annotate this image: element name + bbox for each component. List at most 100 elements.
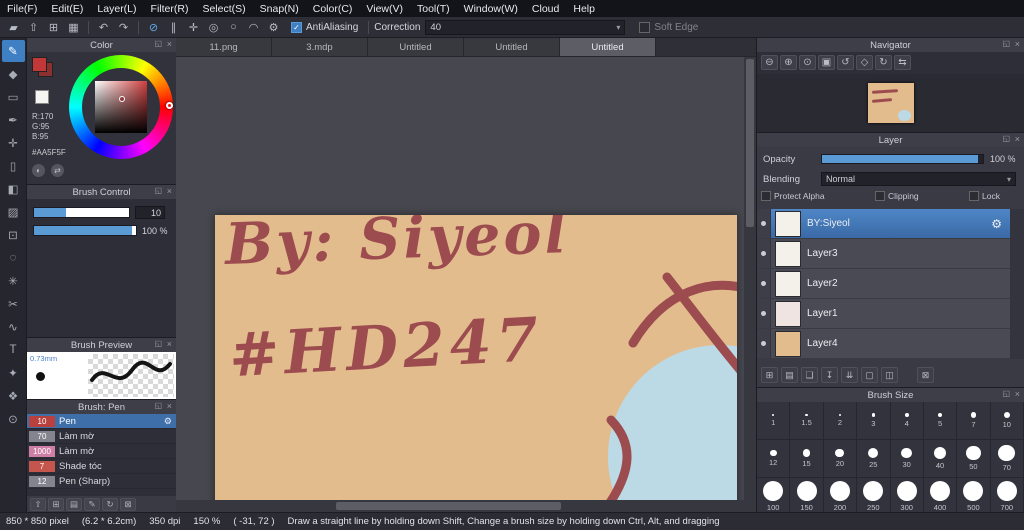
layer-row[interactable]: Layer4 ⚙ bbox=[757, 329, 1010, 359]
tool-pen[interactable]: ✒ bbox=[2, 109, 25, 131]
tool-move[interactable]: ✛ bbox=[2, 132, 25, 154]
saturation-value-square[interactable] bbox=[95, 81, 147, 133]
close-icon[interactable]: × bbox=[167, 339, 172, 349]
popout-icon[interactable]: ◱ bbox=[154, 39, 162, 48]
brush-size-cell[interactable]: 70 bbox=[990, 440, 1024, 478]
menu-item[interactable]: Layer(L) bbox=[90, 2, 143, 16]
zoom-in-icon[interactable]: ⊕ bbox=[780, 55, 797, 70]
tool-scissors[interactable]: ✂ bbox=[2, 293, 25, 315]
menu-item[interactable]: View(V) bbox=[359, 2, 410, 16]
brush-list-item[interactable]: 7 Shade tóc ⚙ bbox=[27, 459, 176, 474]
layer-visibility-toggle[interactable] bbox=[757, 329, 771, 358]
navigator-thumbnail[interactable] bbox=[867, 83, 914, 123]
tool-lasso[interactable]: ◌ bbox=[2, 247, 25, 269]
zoom-reset-icon[interactable]: ⊙ bbox=[799, 55, 816, 70]
drawing-canvas[interactable]: By: Siyeol #HD247 bbox=[215, 215, 737, 500]
canvas-viewport[interactable]: By: Siyeol #HD247 bbox=[176, 57, 744, 500]
brush-size-cell[interactable]: 7 bbox=[957, 402, 991, 440]
brush-size-cell[interactable]: 5 bbox=[923, 402, 958, 440]
add-brush-folder-icon[interactable]: ▤ bbox=[66, 497, 82, 511]
merge-down-icon[interactable]: ↧ bbox=[821, 367, 838, 383]
brush-size-cell[interactable]: 400 bbox=[923, 478, 958, 512]
popout-icon[interactable]: ◱ bbox=[1002, 389, 1010, 398]
tool-eraser[interactable]: ◆ bbox=[2, 63, 25, 85]
document-tab[interactable]: 11.png bbox=[176, 38, 272, 56]
menu-item[interactable]: Select(S) bbox=[195, 2, 252, 16]
popout-icon[interactable]: ◱ bbox=[154, 339, 162, 348]
layer-convert-icon[interactable]: ◫ bbox=[881, 367, 898, 383]
brush-settings-gear-icon[interactable]: ⚙ bbox=[164, 416, 172, 427]
menu-item[interactable]: Color(C) bbox=[306, 2, 360, 16]
popout-icon[interactable]: ◱ bbox=[154, 401, 162, 410]
menu-item[interactable]: Tool(T) bbox=[410, 2, 457, 16]
layer-visibility-toggle[interactable] bbox=[757, 299, 771, 328]
brush-size-cell[interactable]: 40 bbox=[923, 440, 958, 478]
grid-icon[interactable]: ⊞ bbox=[44, 19, 63, 36]
snap-off-icon[interactable]: ⊘ bbox=[144, 19, 163, 36]
palette-icon[interactable]: ◐ bbox=[32, 164, 45, 177]
tool-bucket[interactable]: ◧ bbox=[2, 178, 25, 200]
layer-visibility-toggle[interactable] bbox=[757, 269, 771, 298]
clear-layer-icon[interactable]: ▢ bbox=[861, 367, 878, 383]
brush-size-cell[interactable]: 2 bbox=[823, 402, 858, 440]
soft-edge-checkbox[interactable] bbox=[639, 21, 651, 33]
vertical-scrollbar-thumb[interactable] bbox=[746, 59, 754, 227]
snap-parallel-icon[interactable]: ∥ bbox=[164, 19, 183, 36]
tool-shape[interactable]: ▯ bbox=[2, 155, 25, 177]
brush-size-slider[interactable] bbox=[33, 207, 130, 218]
document-tab[interactable]: 3.mdp bbox=[272, 38, 368, 56]
brush-size-value[interactable]: 10 bbox=[135, 206, 165, 219]
layer-settings-gear-icon[interactable]: ⚙ bbox=[991, 217, 1002, 231]
swap-colors-icon[interactable]: ⇄ bbox=[51, 164, 64, 177]
brush-size-cell[interactable]: 500 bbox=[957, 478, 991, 512]
tool-curve[interactable]: ∿ bbox=[2, 316, 25, 338]
vertical-scrollbar[interactable] bbox=[744, 57, 756, 500]
redo-icon[interactable]: ↷ bbox=[114, 19, 133, 36]
brush-size-cell[interactable]: 1 bbox=[757, 402, 791, 440]
delete-layer-icon[interactable]: ⊠ bbox=[917, 367, 934, 383]
tool-magic-wand[interactable]: ✳ bbox=[2, 270, 25, 292]
brush-list-item[interactable]: 10 Pen ⚙ bbox=[27, 414, 176, 429]
add-brush-icon[interactable]: ⊞ bbox=[48, 497, 64, 511]
close-icon[interactable]: × bbox=[167, 186, 172, 196]
brush-size-cell[interactable]: 4 bbox=[890, 402, 924, 440]
layer-visibility-toggle[interactable] bbox=[757, 209, 771, 238]
menu-item[interactable]: Cloud bbox=[525, 2, 566, 16]
antialiasing-checkbox[interactable]: ✓ bbox=[291, 21, 302, 33]
document-tab[interactable]: Untitled bbox=[368, 38, 464, 56]
close-icon[interactable]: × bbox=[1015, 134, 1020, 144]
tool-zoom[interactable]: ⊙ bbox=[2, 408, 25, 430]
snap-cross-icon[interactable]: ✛ bbox=[184, 19, 203, 36]
layer-list-scrollbar[interactable] bbox=[1010, 209, 1024, 359]
layer-option-checkbox[interactable]: Clipping bbox=[874, 191, 919, 201]
layer-row[interactable]: Layer1 ⚙ bbox=[757, 299, 1010, 329]
brush-size-cell[interactable]: 10 bbox=[990, 402, 1024, 440]
document-tab[interactable]: Untitled bbox=[560, 38, 656, 56]
zoom-fit-icon[interactable]: ▣ bbox=[818, 55, 835, 70]
brush-opacity-slider[interactable] bbox=[33, 225, 137, 236]
add-folder-icon[interactable]: ▤ bbox=[781, 367, 798, 383]
undo-icon[interactable]: ↶ bbox=[94, 19, 113, 36]
brush-size-cell[interactable]: 200 bbox=[823, 478, 858, 512]
close-icon[interactable]: × bbox=[167, 39, 172, 49]
brush-size-cell[interactable]: 12 bbox=[757, 440, 791, 478]
brush-size-cell[interactable]: 30 bbox=[890, 440, 924, 478]
brush-size-cell[interactable]: 3 bbox=[857, 402, 891, 440]
zoom-out-icon[interactable]: ⊖ bbox=[761, 55, 778, 70]
close-icon[interactable]: × bbox=[167, 401, 172, 411]
navigator-view[interactable] bbox=[757, 74, 1024, 132]
correction-dropdown[interactable]: 40 ▾ bbox=[425, 19, 626, 35]
foreground-color-swatch[interactable] bbox=[32, 57, 47, 72]
brush-size-cell[interactable]: 300 bbox=[890, 478, 924, 512]
brush-scroll-up-icon[interactable]: ⇧ bbox=[30, 497, 46, 511]
popout-icon[interactable]: ◱ bbox=[1002, 134, 1010, 143]
transparent-color-swatch[interactable] bbox=[35, 90, 49, 104]
popout-icon[interactable]: ◱ bbox=[1002, 39, 1010, 48]
sync-brush-icon[interactable]: ↻ bbox=[102, 497, 118, 511]
menu-item[interactable]: File(F) bbox=[0, 2, 44, 16]
popout-icon[interactable]: ◱ bbox=[154, 186, 162, 195]
menu-item[interactable]: Edit(E) bbox=[44, 2, 90, 16]
snap-settings-icon[interactable]: ⚙ bbox=[264, 19, 283, 36]
layer-visibility-toggle[interactable] bbox=[757, 239, 771, 268]
tool-text[interactable]: T bbox=[2, 339, 25, 361]
